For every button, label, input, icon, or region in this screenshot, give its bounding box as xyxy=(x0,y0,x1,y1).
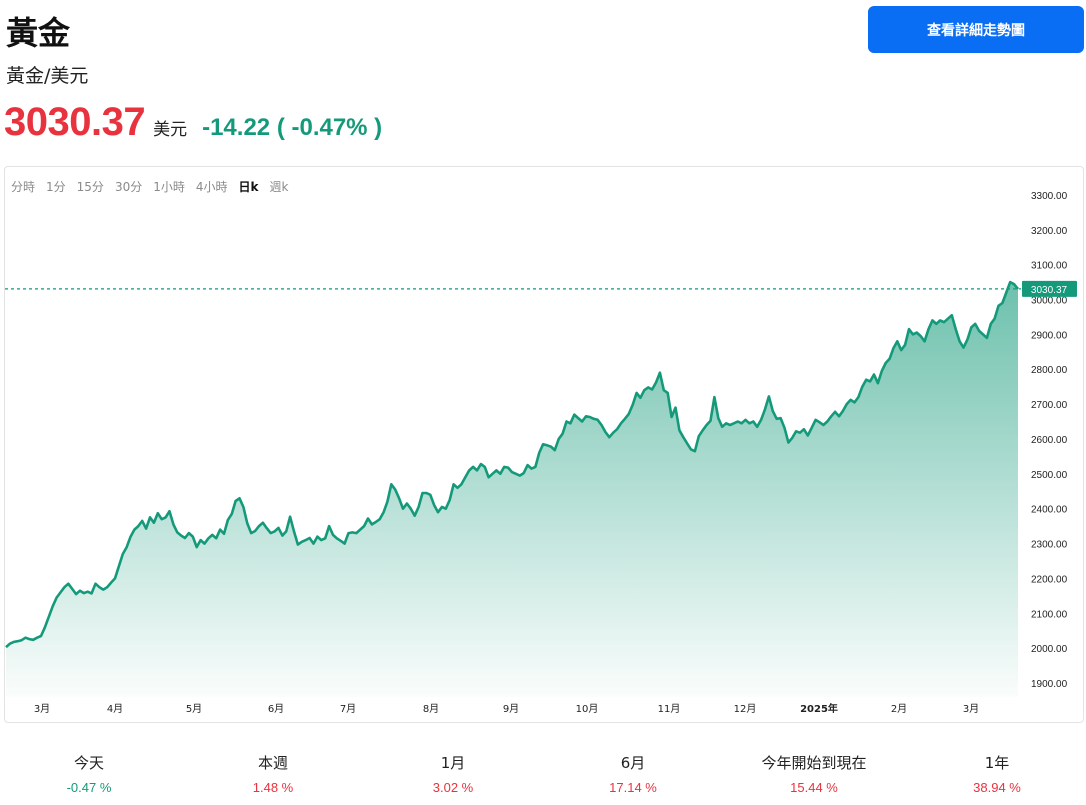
stat-value: 17.14 % xyxy=(609,780,657,795)
stat-item: 1月 3.02 % xyxy=(363,752,543,795)
view-detailed-chart-button[interactable]: 查看詳細走勢圖 xyxy=(868,6,1084,53)
instrument-title: 黃金 xyxy=(6,14,71,52)
x-axis-tick: 12月 xyxy=(734,703,757,715)
x-axis-tick: 8月 xyxy=(423,703,439,715)
x-axis-tick: 3月 xyxy=(34,703,50,715)
price-unit: 美元 xyxy=(153,120,188,140)
stat-item: 本週 1.48 % xyxy=(183,752,363,795)
timeframe-tab[interactable]: 日k xyxy=(239,178,259,195)
performance-stats: 今天 -0.47 % 本週 1.48 % 1月 3.02 % 6月 17.14 % 今年開始到現… xyxy=(0,752,1086,802)
stat-label: 本週 xyxy=(257,754,288,772)
y-axis-tick: 3000.00 xyxy=(1031,296,1068,307)
x-axis-tick: 2025年 xyxy=(800,702,838,715)
stat-label: 1月 xyxy=(440,754,466,772)
stat-item: 今年開始到現在 15.44 % xyxy=(724,752,904,795)
x-axis-tick: 10月 xyxy=(576,703,599,715)
x-axis-tick: 6月 xyxy=(268,703,284,715)
timeframe-tab[interactable]: 4小時 xyxy=(196,178,228,195)
stat-value: 3.02 % xyxy=(432,780,474,795)
stat-label: 1年 xyxy=(984,754,1010,772)
stat-item: 6月 17.14 % xyxy=(543,752,723,795)
stat-item: 今天 -0.47 % xyxy=(0,752,179,795)
y-axis-tick: 2300.00 xyxy=(1031,540,1068,551)
stat-value: -0.47 % xyxy=(66,780,112,795)
y-axis-tick: 2700.00 xyxy=(1031,400,1068,411)
price-chart-panel: 3300.00 3200.00 3100.00 3000.00 2900.00 2800.… xyxy=(4,166,1084,723)
instrument-pair: 黃金/美元 xyxy=(6,65,89,87)
x-axis-tick: 9月 xyxy=(503,703,519,715)
stat-value: 1.48 % xyxy=(252,780,294,795)
timeframe-tab[interactable]: 1分 xyxy=(46,178,66,195)
y-axis-tick: 2400.00 xyxy=(1031,505,1068,516)
y-axis-tick: 2200.00 xyxy=(1031,574,1068,585)
x-axis-tick: 7月 xyxy=(340,703,356,715)
price-chart[interactable]: 3300.00 3200.00 3100.00 3000.00 2900.00 2800.… xyxy=(5,167,1083,722)
timeframe-tab[interactable]: 分時 xyxy=(11,178,35,195)
x-axis-tick: 4月 xyxy=(107,703,123,715)
y-axis-tick: 2600.00 xyxy=(1031,435,1068,446)
y-axis-tick: 2100.00 xyxy=(1031,609,1068,620)
timeframe-tab[interactable]: 1小時 xyxy=(153,178,185,195)
x-axis-tick: 5月 xyxy=(186,703,202,715)
timeframe-tab[interactable]: 30分 xyxy=(115,178,142,195)
y-axis-tick: 3200.00 xyxy=(1031,226,1068,237)
y-axis-tick: 3300.00 xyxy=(1031,191,1068,202)
y-axis-tick: 2500.00 xyxy=(1031,470,1068,481)
last-price-label: 3030.37 xyxy=(1031,285,1068,296)
y-axis-tick: 3100.00 xyxy=(1031,261,1068,272)
stat-label: 今年開始到現在 xyxy=(761,754,867,772)
x-axis-tick: 2月 xyxy=(891,703,907,715)
price-area xyxy=(6,282,1018,697)
stat-value: 38.94 % xyxy=(973,780,1021,795)
x-axis-tick: 11月 xyxy=(658,703,681,715)
current-price: 3030.37 xyxy=(4,100,146,144)
timeframe-tab[interactable]: 週k xyxy=(269,178,288,195)
y-axis-tick: 2000.00 xyxy=(1031,644,1068,655)
x-axis-tick: 3月 xyxy=(963,703,979,715)
timeframe-tab[interactable]: 15分 xyxy=(77,178,104,195)
y-axis-tick: 1900.00 xyxy=(1031,679,1068,690)
price-row: 3030.37 美元 -14.22 ( -0.47% ) xyxy=(4,100,382,145)
stat-label: 今天 xyxy=(73,754,104,772)
timeframe-selector: 分時 1分 15分 30分 1小時 4小時 日k 週k xyxy=(11,178,288,195)
stat-label: 6月 xyxy=(620,754,646,772)
y-axis-tick: 2800.00 xyxy=(1031,365,1068,376)
y-axis-tick: 2900.00 xyxy=(1031,330,1068,341)
stat-item: 1年 38.94 % xyxy=(907,752,1086,795)
price-change: -14.22 ( -0.47% ) xyxy=(202,114,383,141)
stat-value: 15.44 % xyxy=(790,780,838,795)
